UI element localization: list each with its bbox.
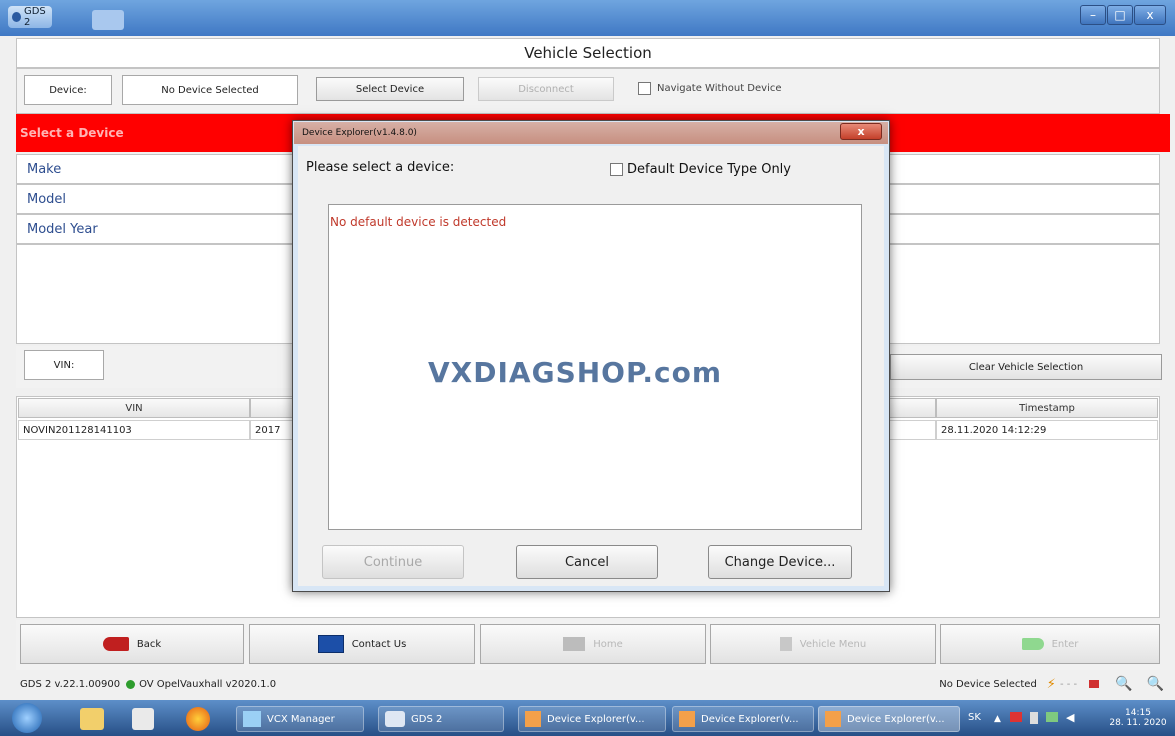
- java-icon: [679, 711, 695, 727]
- status-bar: GDS 2 v.22.1.00900 OV OpelVauxhall v2020…: [20, 676, 1164, 692]
- status-device: No Device Selected: [939, 678, 1037, 690]
- checkbox-box[interactable]: [610, 163, 623, 176]
- table-cell-extra[interactable]: [888, 420, 936, 440]
- tray-clock[interactable]: 14:15 28. 11. 2020: [1108, 703, 1168, 733]
- vehicle-menu-button[interactable]: Vehicle Menu: [710, 624, 936, 664]
- vehicle-menu-icon: [779, 637, 792, 651]
- banner-label: Select a Device: [20, 126, 124, 140]
- navigate-without-device-checkbox[interactable]: Navigate Without Device: [638, 82, 782, 95]
- java-icon: [825, 711, 841, 727]
- column-header-timestamp[interactable]: Timestamp: [936, 398, 1158, 418]
- device-value: No Device Selected: [122, 75, 298, 105]
- window-title-bar: [0, 0, 1175, 36]
- select-device-button[interactable]: Select Device: [316, 77, 464, 101]
- table-cell-vin[interactable]: NOVIN201128141103: [18, 420, 250, 440]
- taskbar-item-gds2[interactable]: GDS 2: [378, 706, 504, 732]
- zoom-in-icon[interactable]: 🔍: [1147, 676, 1164, 692]
- tray-expand-icon[interactable]: ▲: [994, 714, 1001, 724]
- column-header-extra[interactable]: [888, 398, 936, 418]
- disconnect-button[interactable]: Disconnect: [478, 77, 614, 101]
- device-status-icon: [1089, 680, 1100, 688]
- gds-icon: [385, 711, 405, 727]
- column-header-vin[interactable]: VIN: [18, 398, 250, 418]
- change-device-button[interactable]: Change Device...: [708, 545, 852, 579]
- enter-button[interactable]: Enter: [940, 624, 1160, 664]
- no-device-message: No default device is detected: [330, 215, 507, 229]
- tray-battery-icon[interactable]: [1030, 712, 1038, 724]
- minimize-button[interactable]: –: [1080, 5, 1106, 25]
- tray-flag-icon[interactable]: [1010, 712, 1022, 722]
- enter-arrow-icon: [1021, 638, 1044, 650]
- envelope-icon: [317, 635, 344, 653]
- language-indicator[interactable]: SK: [968, 712, 981, 723]
- clear-vehicle-selection-button[interactable]: Clear Vehicle Selection: [890, 354, 1162, 380]
- table-cell-timestamp[interactable]: 28.11.2020 14:12:29: [936, 420, 1158, 440]
- dialog-prompt: Please select a device:: [306, 160, 455, 175]
- table-cell-year[interactable]: 2017: [250, 420, 296, 440]
- tray-network-icon[interactable]: [1046, 712, 1058, 722]
- dialog-title-bar: Device Explorer(v1.4.8.0): [294, 122, 888, 144]
- default-device-type-checkbox[interactable]: Default Device Type Only: [610, 162, 791, 177]
- taskbar-item-device-explorer-1[interactable]: Device Explorer(v...: [518, 706, 666, 732]
- media-player-icon[interactable]: [132, 708, 154, 730]
- window-tab[interactable]: [92, 10, 124, 30]
- checkbox-box[interactable]: [638, 82, 651, 95]
- page-title: Vehicle Selection: [16, 38, 1160, 68]
- zoom-out-icon[interactable]: 🔍: [1115, 676, 1132, 692]
- vcx-manager-icon: [243, 711, 261, 727]
- status-green-icon: [126, 679, 136, 689]
- maximize-button[interactable]: □: [1107, 5, 1133, 25]
- back-arrow-icon: [102, 637, 129, 651]
- close-window-button[interactable]: x: [1134, 5, 1166, 25]
- home-icon: [563, 637, 586, 651]
- back-button[interactable]: Back: [20, 624, 244, 664]
- java-icon: [525, 711, 541, 727]
- app-logo-icon: [12, 12, 21, 22]
- contact-us-button[interactable]: Contact Us: [249, 624, 475, 664]
- status-data: OV OpelVauxhall v2020.1.0: [139, 678, 277, 690]
- cancel-button[interactable]: Cancel: [516, 545, 658, 579]
- taskbar-item-device-explorer-2[interactable]: Device Explorer(v...: [672, 706, 814, 732]
- tray-volume-icon[interactable]: ◀: [1066, 711, 1074, 724]
- connection-icon: ⚡: [1046, 676, 1056, 692]
- dialog-close-button[interactable]: x: [840, 123, 882, 140]
- taskbar-item-device-explorer-3[interactable]: Device Explorer(v...: [818, 706, 960, 732]
- start-button-icon[interactable]: [12, 703, 42, 733]
- vin-label: VIN:: [24, 350, 104, 380]
- device-label: Device:: [24, 75, 112, 105]
- file-explorer-icon[interactable]: [80, 708, 104, 730]
- app-title: GDS 2: [8, 6, 52, 28]
- watermark: VXDIAGSHOP.com: [428, 356, 722, 389]
- taskbar-item-vcx-manager[interactable]: VCX Manager: [236, 706, 364, 732]
- column-header-year[interactable]: [250, 398, 296, 418]
- continue-button[interactable]: Continue: [322, 545, 464, 579]
- status-version: GDS 2 v.22.1.00900: [20, 678, 121, 690]
- firefox-icon[interactable]: [186, 707, 210, 731]
- home-button[interactable]: Home: [480, 624, 706, 664]
